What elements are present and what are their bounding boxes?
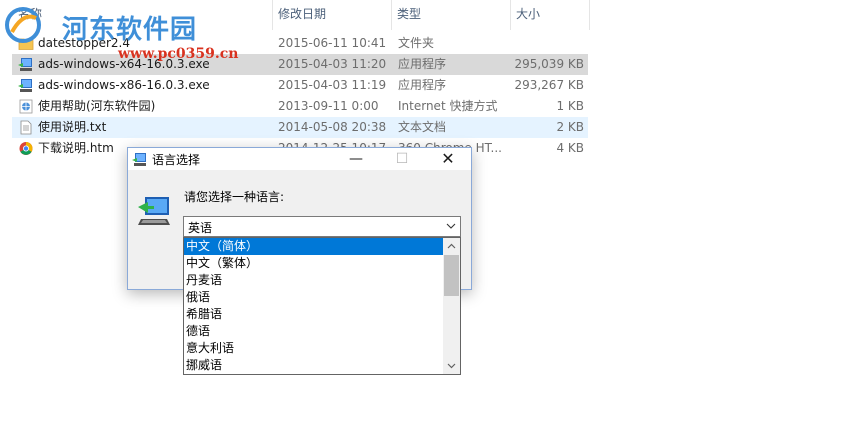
chevron-down-icon[interactable] [446, 220, 456, 232]
file-type: 应用程序 [398, 57, 447, 71]
file-name: ads-windows-x86-16.0.3.exe [38, 78, 210, 92]
web-shortcut-icon [19, 99, 33, 114]
watermark-logo-icon [5, 7, 41, 43]
language-select[interactable]: 英语 [183, 216, 461, 237]
installer-icon [132, 153, 146, 166]
installer-icon [18, 79, 32, 92]
scrollbar-thumb[interactable] [444, 255, 459, 296]
column-type[interactable]: 类型 [391, 0, 511, 30]
file-row[interactable]: 使用帮助(河东软件园) 2013-09-11 0:00 Internet 快捷方… [12, 96, 588, 117]
file-name: 使用帮助(河东软件园) [38, 99, 156, 113]
dropdown-option[interactable]: 中文（简体） [184, 238, 444, 255]
file-size: 295,039 KB [514, 57, 584, 71]
dropdown-option[interactable]: 意大利语 [184, 340, 444, 357]
column-date[interactable]: 修改日期 [272, 0, 392, 30]
file-type: 文本文档 [398, 120, 447, 134]
dialog-prompt: 请您选择一种语言: [184, 190, 285, 204]
close-button[interactable]: ✕ [425, 148, 471, 170]
chrome-file-icon [19, 142, 33, 155]
dropdown-option[interactable]: 希腊语 [184, 306, 444, 323]
text-file-icon [20, 120, 32, 135]
watermark-title: 河东软件园 [62, 15, 198, 45]
maximize-button[interactable]: ☐ [379, 148, 425, 170]
file-size [512, 33, 584, 54]
file-date: 2014-05-08 20:38 [278, 120, 387, 134]
file-size: 1 KB [556, 99, 584, 113]
dropdown-option[interactable]: 挪威语 [184, 357, 444, 374]
dropdown-option[interactable]: 丹麦语 [184, 272, 444, 289]
file-size: 293,267 KB [514, 78, 584, 92]
file-type: 应用程序 [398, 78, 447, 92]
language-select-value: 英语 [188, 221, 213, 235]
dropdown-option[interactable]: 俄语 [184, 289, 444, 306]
file-date: 2015-06-11 10:41 [278, 36, 387, 50]
file-row[interactable]: ads-windows-x86-16.0.3.exe 2015-04-03 11… [12, 75, 588, 96]
minimize-button[interactable]: — [333, 148, 379, 170]
watermark-url: www.pc0359.cn [118, 46, 239, 62]
dropdown-scrollbar[interactable] [443, 238, 460, 374]
computer-install-icon [138, 197, 170, 225]
scroll-down-icon[interactable] [443, 357, 460, 374]
file-type: 文件夹 [398, 36, 435, 50]
dialog-titlebar[interactable]: 语言选择 — ☐ ✕ [128, 148, 471, 170]
file-date: 2013-09-11 0:00 [278, 99, 379, 113]
column-size[interactable]: 大小 [510, 0, 590, 30]
installer-icon [18, 58, 32, 71]
dropdown-option[interactable]: 德语 [184, 323, 444, 340]
file-size: 2 KB [556, 120, 584, 134]
file-date: 2015-04-03 11:20 [278, 57, 387, 71]
dropdown-option[interactable]: 中文（繁体） [184, 255, 444, 272]
file-row[interactable]: 使用说明.txt 2014-05-08 20:38 文本文档 2 KB [12, 117, 588, 138]
language-dropdown-list: 中文（简体） 中文（繁体） 丹麦语 俄语 希腊语 德语 意大利语 挪威语 [183, 237, 461, 375]
file-type: Internet 快捷方式 [398, 99, 498, 113]
column-divider[interactable] [589, 0, 590, 30]
file-row[interactable]: ads-windows-x64-16.0.3.exe 2015-04-03 11… [12, 54, 588, 75]
dialog-title: 语言选择 [152, 153, 201, 167]
file-name: 使用说明.txt [38, 120, 107, 134]
scroll-up-icon[interactable] [443, 238, 460, 255]
file-size: 4 KB [556, 141, 584, 155]
file-date: 2015-04-03 11:19 [278, 78, 387, 92]
